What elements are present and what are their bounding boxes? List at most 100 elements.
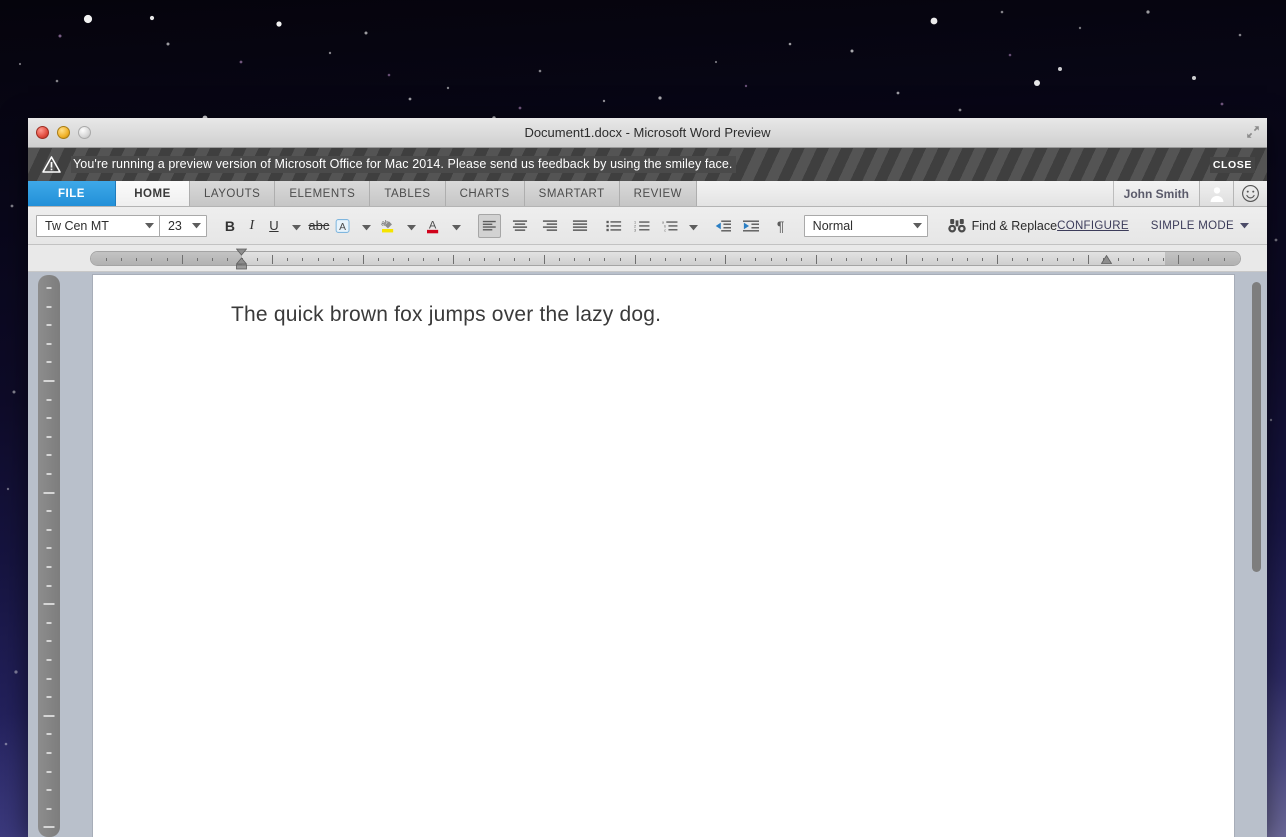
ruler-tick — [981, 257, 983, 261]
tab-review[interactable]: REVIEW — [619, 181, 698, 206]
ruler-tick — [815, 254, 817, 264]
find-replace-button[interactable]: Find & Replace — [947, 218, 1058, 234]
ruler-tick — [574, 257, 576, 261]
document-body-text[interactable]: The quick brown fox jumps over the lazy … — [231, 303, 1234, 327]
notification-message: You're running a preview version of Micr… — [71, 156, 737, 173]
ruler-tick — [1193, 257, 1195, 261]
horizontal-ruler[interactable] — [90, 248, 1241, 269]
ruler-tick — [423, 257, 425, 261]
underline-label: U — [269, 218, 279, 233]
align-right-icon — [542, 219, 558, 231]
align-justify-button[interactable] — [569, 214, 591, 238]
align-left-button[interactable] — [478, 213, 502, 238]
ruler-tick — [997, 254, 998, 264]
text-effects-icon: A — [335, 218, 350, 233]
show-formatting-marks-button[interactable]: ¶ — [770, 214, 792, 238]
ruler-tick — [181, 254, 183, 264]
ruler-tick — [664, 257, 666, 261]
bullet-list-icon — [606, 220, 622, 231]
ruler-tick — [1148, 257, 1149, 261]
bullet-list-button[interactable] — [603, 214, 625, 238]
configure-link[interactable]: CONFIGURE — [1057, 220, 1129, 232]
document-page[interactable]: The quick brown fox jumps over the lazy … — [93, 275, 1234, 837]
notification-close-button[interactable]: CLOSE — [1209, 156, 1255, 173]
vertical-ruler[interactable] — [38, 275, 60, 837]
text-effects-button[interactable]: A — [331, 214, 354, 238]
chevron-down-icon — [909, 222, 927, 229]
chevron-down-icon — [361, 218, 371, 234]
ribbon-mode-label: SIMPLE MODE — [1150, 219, 1234, 232]
italic-button[interactable]: I — [241, 214, 263, 238]
decrease-indent-button[interactable] — [712, 214, 734, 238]
send-feedback-button[interactable] — [1233, 181, 1267, 206]
pilcrow-icon: ¶ — [776, 217, 785, 234]
align-left-icon — [483, 220, 497, 230]
person-avatar-icon — [1210, 186, 1223, 202]
svg-text:c: c — [665, 228, 667, 232]
highlight-button[interactable]: ab — [376, 214, 399, 238]
ribbon-mode-dropdown[interactable]: SIMPLE MODE — [1151, 220, 1249, 232]
vertical-ruler-tick — [46, 752, 52, 754]
word-window: Document1.docx - Microsoft Word Preview … — [28, 118, 1267, 837]
ruler-tick — [725, 254, 727, 264]
align-center-button[interactable] — [509, 214, 531, 238]
right-indent-marker[interactable] — [1101, 254, 1112, 265]
increase-indent-button[interactable] — [740, 214, 762, 238]
ruler-tick — [695, 257, 696, 261]
vertical-ruler-tick — [46, 342, 52, 345]
svg-text:A: A — [339, 221, 346, 232]
font-color-options-button[interactable] — [444, 214, 466, 238]
vertical-scrollbar[interactable] — [1252, 282, 1261, 802]
chevron-down-icon — [292, 218, 302, 234]
numbered-list-button[interactable]: 1 2 3 — [631, 214, 653, 238]
ruler-tick — [347, 257, 349, 261]
tab-charts[interactable]: CHARTS — [445, 181, 525, 206]
tab-smartart[interactable]: SMARTART — [524, 181, 620, 206]
tab-home[interactable]: HOME — [116, 181, 190, 206]
vertical-ruler-tick — [46, 398, 52, 401]
expand-arrows-icon[interactable] — [1245, 124, 1261, 140]
strikethrough-button[interactable]: abc — [307, 214, 331, 238]
tab-tables[interactable]: TABLES — [370, 181, 446, 206]
ruler-tick — [785, 257, 787, 261]
vertical-ruler-tick — [46, 547, 52, 550]
vertical-ruler-tick — [43, 491, 55, 494]
ruler-tick — [589, 257, 591, 261]
ruler-tick — [377, 257, 379, 261]
ruler-tick — [1178, 254, 1180, 264]
text-effects-options-button[interactable] — [354, 214, 376, 238]
underline-button[interactable]: U — [263, 214, 285, 238]
ruler-tick — [121, 257, 123, 261]
account-avatar-button[interactable] — [1199, 181, 1233, 206]
left-indent-marker[interactable] — [236, 248, 247, 271]
scrollbar-thumb[interactable] — [1252, 282, 1261, 572]
align-right-button[interactable] — [539, 214, 561, 238]
vertical-ruler-tick — [43, 826, 55, 829]
tab-file[interactable]: FILE — [28, 181, 116, 206]
horizontal-ruler-row — [28, 245, 1267, 272]
ruler-tick — [800, 257, 802, 261]
ruler-tick — [483, 257, 485, 261]
highlight-options-button[interactable] — [399, 214, 421, 238]
font-size-dropdown[interactable]: 23 — [158, 214, 207, 237]
tab-layouts[interactable]: LAYOUTS — [190, 181, 276, 206]
underline-options-button[interactable] — [285, 214, 307, 238]
font-name-value: Tw Cen MT — [45, 218, 109, 233]
font-color-button[interactable]: A — [421, 214, 444, 238]
ruler-tick — [1132, 257, 1134, 261]
tab-elements[interactable]: ELEMENTS — [275, 181, 371, 206]
ruler-tick — [755, 257, 757, 261]
warning-triangle-icon — [42, 156, 61, 173]
ruler-tick — [830, 257, 832, 261]
ruler-tick — [861, 257, 863, 261]
ruler-tick — [876, 257, 878, 261]
multilevel-list-button[interactable]: a b c — [659, 214, 681, 238]
font-size-value: 23 — [167, 218, 182, 233]
desktop-background: Document1.docx - Microsoft Word Preview … — [0, 0, 1286, 837]
paragraph-style-dropdown[interactable]: Normal — [803, 214, 928, 237]
find-replace-label: Find & Replace — [971, 218, 1058, 233]
font-name-dropdown[interactable]: Tw Cen MT — [36, 214, 160, 237]
bold-button[interactable]: B — [219, 214, 241, 238]
multilevel-list-options-button[interactable] — [682, 214, 704, 238]
ruler-tick — [1057, 257, 1059, 261]
